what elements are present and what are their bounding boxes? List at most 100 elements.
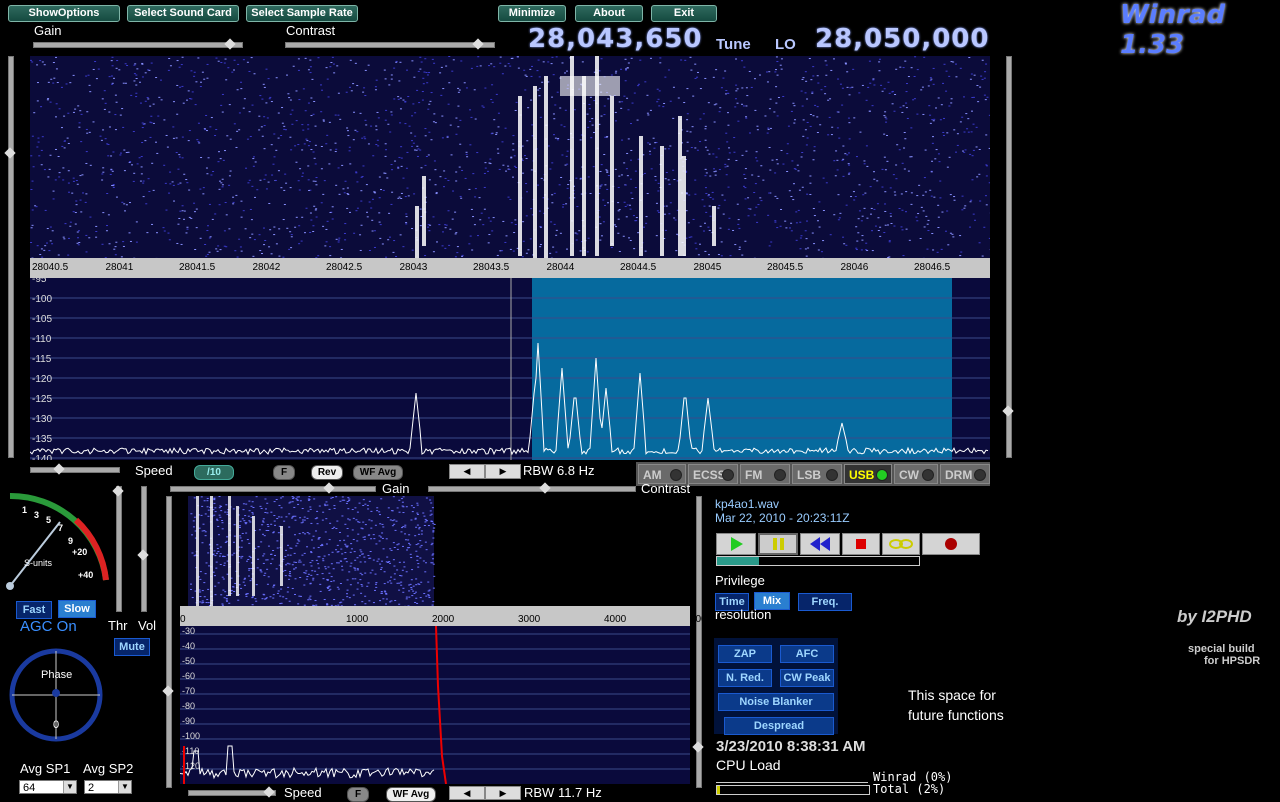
select-sound-card-button[interactable]: Select Sound Card — [127, 5, 239, 22]
cpu-load-label: CPU Load — [716, 757, 781, 773]
record-button[interactable] — [922, 533, 980, 555]
file-name: kp4ao1.wav — [715, 497, 779, 511]
select-sample-rate-button[interactable]: Select Sample Rate — [246, 5, 358, 22]
mode-lsb-button[interactable]: LSB — [792, 464, 842, 484]
agc-slow-button[interactable]: Slow — [58, 600, 96, 618]
main-axis-tick: 28044 — [547, 262, 575, 273]
noise-blanker-button[interactable]: Noise Blanker — [718, 693, 834, 711]
zap-button[interactable]: ZAP — [718, 645, 772, 663]
vol-slider[interactable] — [141, 486, 147, 612]
credit-author: by I2PHD — [1177, 607, 1252, 627]
avg-sp2-select[interactable]: 2▼ — [84, 780, 132, 794]
agc-fast-button[interactable]: Fast — [16, 601, 52, 619]
chevron-down-icon: ▼ — [118, 781, 131, 793]
wf-avg-button[interactable]: WF Avg — [353, 465, 403, 480]
mode-usb-button[interactable]: USB — [844, 464, 892, 484]
sub-contrast-label: Contrast — [641, 481, 690, 496]
speed-slider[interactable] — [30, 467, 120, 473]
cw-peak-button[interactable]: CW Peak — [780, 669, 834, 687]
sub-right-vslider[interactable] — [696, 496, 702, 788]
thr-slider[interactable] — [116, 486, 122, 612]
main-left-vslider[interactable] — [8, 56, 14, 458]
s-units-label: S-units — [24, 558, 52, 568]
mute-button[interactable]: Mute — [114, 638, 150, 656]
gain-slider[interactable] — [33, 42, 243, 48]
play-button[interactable] — [716, 533, 756, 555]
gain-label: Gain — [34, 23, 61, 38]
vol-label: Vol — [138, 618, 156, 633]
sub-waterfall[interactable] — [180, 496, 690, 606]
main-db-label: -100 — [32, 294, 52, 305]
s-meter-mark: +20 — [72, 547, 87, 557]
phase-label: Phase — [41, 669, 72, 681]
rewind-icon — [801, 534, 839, 554]
sub-left-vslider[interactable] — [166, 496, 172, 788]
sub-db-label: -50 — [182, 656, 195, 666]
main-axis-tick: 28041 — [106, 262, 134, 273]
stop-button[interactable] — [842, 533, 880, 555]
mode-fm-button[interactable]: FM — [740, 464, 790, 484]
sub-step-left-button[interactable]: ◀ — [449, 786, 485, 800]
main-db-label: -95 — [32, 278, 47, 285]
sub-db-label: -90 — [182, 716, 195, 726]
mode-cw-button[interactable]: CW — [894, 464, 938, 484]
priv-freq-button[interactable]: Freq. — [798, 593, 852, 611]
sub-contrast-slider[interactable] — [428, 486, 636, 492]
loop-icon — [883, 534, 919, 554]
speed-div-button[interactable]: /10 — [194, 465, 234, 480]
step-left-button[interactable]: ◀ — [449, 464, 485, 479]
pause-button[interactable] — [758, 533, 798, 555]
tune-frequency[interactable]: 28,043,650 — [528, 24, 702, 54]
afc-button[interactable]: AFC — [780, 645, 834, 663]
main-spectrum[interactable]: -95-100-105-110-115-120-125-130-135-140 — [30, 278, 990, 460]
show-options-button[interactable]: ShowOptions — [8, 5, 120, 22]
main-right-vslider[interactable] — [1006, 56, 1012, 458]
mode-fm-label: FM — [745, 468, 762, 482]
contrast-slider[interactable] — [285, 42, 495, 48]
sub-spectrum-plot: -30-40-50-60-70-80-90-100-110-120 — [180, 626, 690, 784]
mode-am-label: AM — [643, 468, 662, 482]
pause-icon — [760, 535, 796, 553]
about-button[interactable]: About — [575, 5, 643, 22]
loop-button[interactable] — [882, 533, 920, 555]
s-meter-needle-icon — [10, 522, 60, 586]
play-icon — [717, 534, 755, 554]
mode-usb-label: USB — [849, 468, 874, 482]
noise-reduction-button[interactable]: N. Red. — [718, 669, 772, 687]
f-button[interactable]: F — [273, 465, 295, 480]
playback-progress[interactable] — [716, 556, 920, 566]
avg-sp1-select[interactable]: 64▼ — [19, 780, 77, 794]
cpu-total: Total (2%) — [873, 782, 945, 796]
sub-axis-tick: 4000 — [604, 614, 626, 625]
sub-axis-tick: 0 — [180, 614, 186, 625]
mode-cw-label: CW — [899, 468, 919, 482]
exit-button[interactable]: Exit — [651, 5, 717, 22]
sub-db-label: -30 — [182, 626, 195, 636]
stop-icon — [843, 534, 879, 554]
sub-db-label: -80 — [182, 701, 195, 711]
main-waterfall[interactable] — [30, 56, 990, 258]
main-axis-tick: 28045.5 — [767, 262, 803, 273]
rewind-button[interactable] — [800, 533, 840, 555]
record-icon — [923, 534, 979, 554]
mode-ecss-button[interactable]: ECSS — [688, 464, 738, 484]
main-frequency-axis: 28040.52804128041.52804228042.5280432804… — [30, 258, 990, 278]
sub-spectrum[interactable]: -30-40-50-60-70-80-90-100-110-120 — [180, 626, 690, 784]
main-db-label: -140 — [32, 454, 52, 460]
future-text-1: This space for — [908, 687, 996, 703]
mode-drm-button[interactable]: DRM — [940, 464, 990, 484]
sub-db-label: -100 — [182, 731, 200, 741]
rev-button[interactable]: Rev — [311, 465, 343, 480]
step-right-button[interactable]: ▶ — [485, 464, 521, 479]
main-db-label: -130 — [32, 414, 52, 425]
sub-speed-slider[interactable] — [188, 790, 276, 796]
main-db-label: -115 — [32, 354, 52, 365]
main-axis-tick: 28041.5 — [179, 262, 215, 273]
sub-gain-slider[interactable] — [170, 486, 376, 492]
despread-button[interactable]: Despread — [724, 717, 834, 735]
sub-step-right-button[interactable]: ▶ — [485, 786, 521, 800]
lo-label: LO — [775, 36, 796, 53]
s-meter-mark: 5 — [46, 515, 51, 525]
minimize-button[interactable]: Minimize — [498, 5, 566, 22]
lo-frequency[interactable]: 28,050,000 — [815, 24, 989, 54]
